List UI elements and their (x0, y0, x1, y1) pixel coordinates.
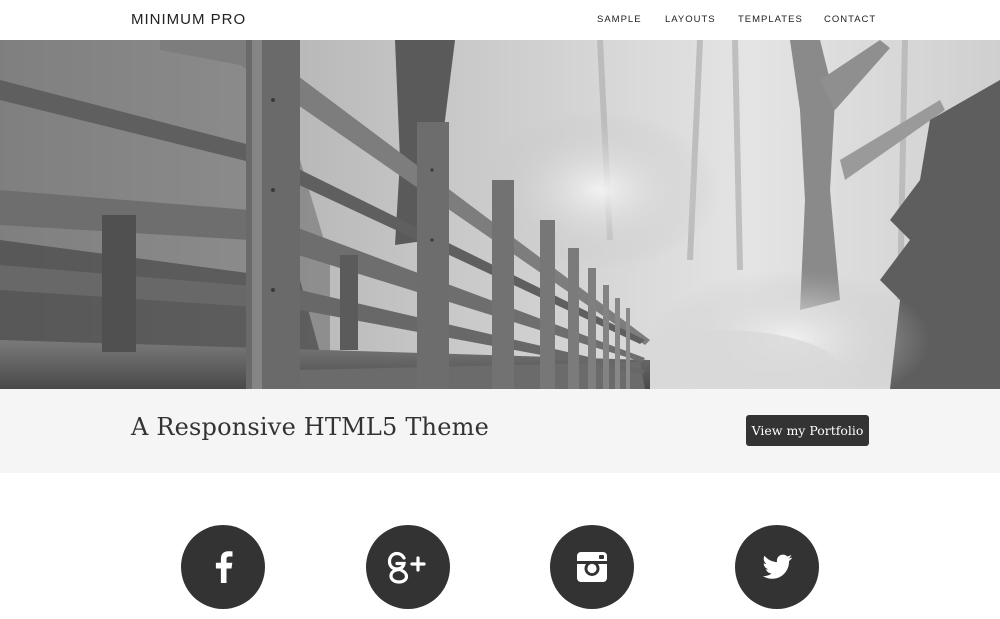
main-nav: SAMPLE LAYOUTS TEMPLATES CONTACT (0, 14, 1000, 28)
twitter-icon (762, 554, 792, 579)
twitter-link[interactable] (735, 525, 819, 609)
hero-image (0, 40, 1000, 389)
nav-item-sample[interactable]: SAMPLE (597, 14, 642, 25)
nav-item-contact[interactable]: CONTACT (824, 14, 876, 25)
facebook-link[interactable] (181, 525, 265, 609)
hero-bridge-forest-image (0, 40, 1000, 389)
instagram-icon (577, 552, 607, 582)
instagram-link[interactable] (550, 525, 634, 609)
nav-item-layouts[interactable]: LAYOUTS (665, 14, 716, 25)
facebook-icon (215, 551, 233, 583)
site-header: MINIMUM PRO SAMPLE LAYOUTS TEMPLATES CON… (0, 0, 1000, 40)
nav-item-templates[interactable]: TEMPLATES (738, 14, 803, 25)
tagline-heading: A Responsive HTML5 Theme (131, 413, 489, 441)
google-plus-icon (387, 551, 426, 584)
google-plus-link[interactable] (366, 525, 450, 609)
view-portfolio-button[interactable]: View my Portfolio (746, 415, 869, 446)
